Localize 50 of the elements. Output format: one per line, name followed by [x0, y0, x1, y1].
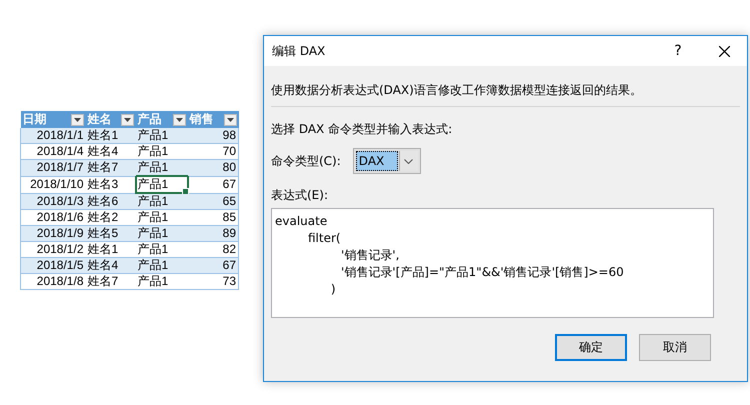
table-cell[interactable]: 姓名7 [86, 160, 136, 176]
cancel-button[interactable]: 取消 [639, 334, 711, 361]
filter-dropdown-button[interactable] [172, 114, 186, 126]
close-icon [718, 46, 730, 56]
help-button[interactable]: ? [655, 43, 701, 59]
table-cell[interactable]: 姓名7 [86, 274, 136, 290]
table-cell[interactable]: 产品1 [136, 274, 188, 290]
table-cell[interactable]: 73 [188, 274, 238, 290]
table-cell[interactable]: 姓名1 [86, 128, 136, 144]
table-cell[interactable]: 2018/1/5 [20, 258, 86, 274]
table-cell[interactable]: 产品1 [136, 176, 188, 193]
caret-icon [176, 118, 182, 122]
table-cell[interactable]: 89 [188, 226, 238, 242]
filter-dropdown-button[interactable] [120, 114, 134, 126]
table-cell[interactable]: 98 [188, 128, 238, 144]
table-cell[interactable]: 65 [188, 193, 238, 210]
table-cell[interactable]: 产品1 [136, 128, 188, 144]
table-cell[interactable]: 产品1 [136, 193, 188, 210]
table-cell[interactable]: 2018/1/10 [20, 176, 86, 193]
table-cell[interactable]: 2018/1/7 [20, 160, 86, 176]
table-cell[interactable]: 2018/1/8 [20, 274, 86, 290]
table-cell[interactable]: 姓名4 [86, 258, 136, 274]
table-cell[interactable]: 姓名5 [86, 226, 136, 242]
column-header: 销售 [190, 111, 214, 128]
expression-label: 表达式(E): [271, 188, 329, 203]
table-cell[interactable]: 80 [188, 160, 238, 176]
window-title: 编辑 DAX [272, 42, 326, 60]
table-cell[interactable]: 产品1 [136, 226, 188, 242]
filter-dropdown-button[interactable] [70, 114, 84, 126]
table-cell[interactable]: 67 [188, 258, 238, 274]
column-header: 产品 [138, 111, 162, 128]
table-cell[interactable]: 姓名6 [86, 193, 136, 210]
column-header: 姓名 [88, 111, 112, 128]
ok-button[interactable]: 确定 [555, 334, 627, 361]
command-type-label: 命令类型(C): [271, 154, 341, 168]
column-header: 日期 [22, 111, 46, 128]
chevron-down-icon [404, 158, 414, 164]
table-cell[interactable]: 2018/1/9 [20, 226, 86, 242]
description-text: 使用数据分析表达式(DAX)语言修改工作簿数据模型连接返回的结果。 [271, 83, 643, 98]
table-cell[interactable]: 2018/1/1 [20, 128, 86, 144]
caret-icon [226, 118, 234, 122]
caret-icon [124, 118, 130, 122]
table-cell[interactable]: 2018/1/3 [20, 193, 86, 210]
filter-dropdown-button[interactable] [224, 114, 236, 126]
expression-field[interactable]: evaluate filter( '销售记录', '销售记录'[产品]="产品1"&&'销售记录'[销售]>=60 ) [271, 208, 714, 318]
command-type-dropdown[interactable]: DAX [352, 148, 421, 174]
instruction-text: 选择 DAX 命令类型并输入表达式: [271, 122, 454, 137]
caret-icon [74, 118, 80, 122]
table-cell[interactable]: 产品1 [136, 258, 188, 274]
table-cell[interactable]: 67 [188, 176, 238, 193]
